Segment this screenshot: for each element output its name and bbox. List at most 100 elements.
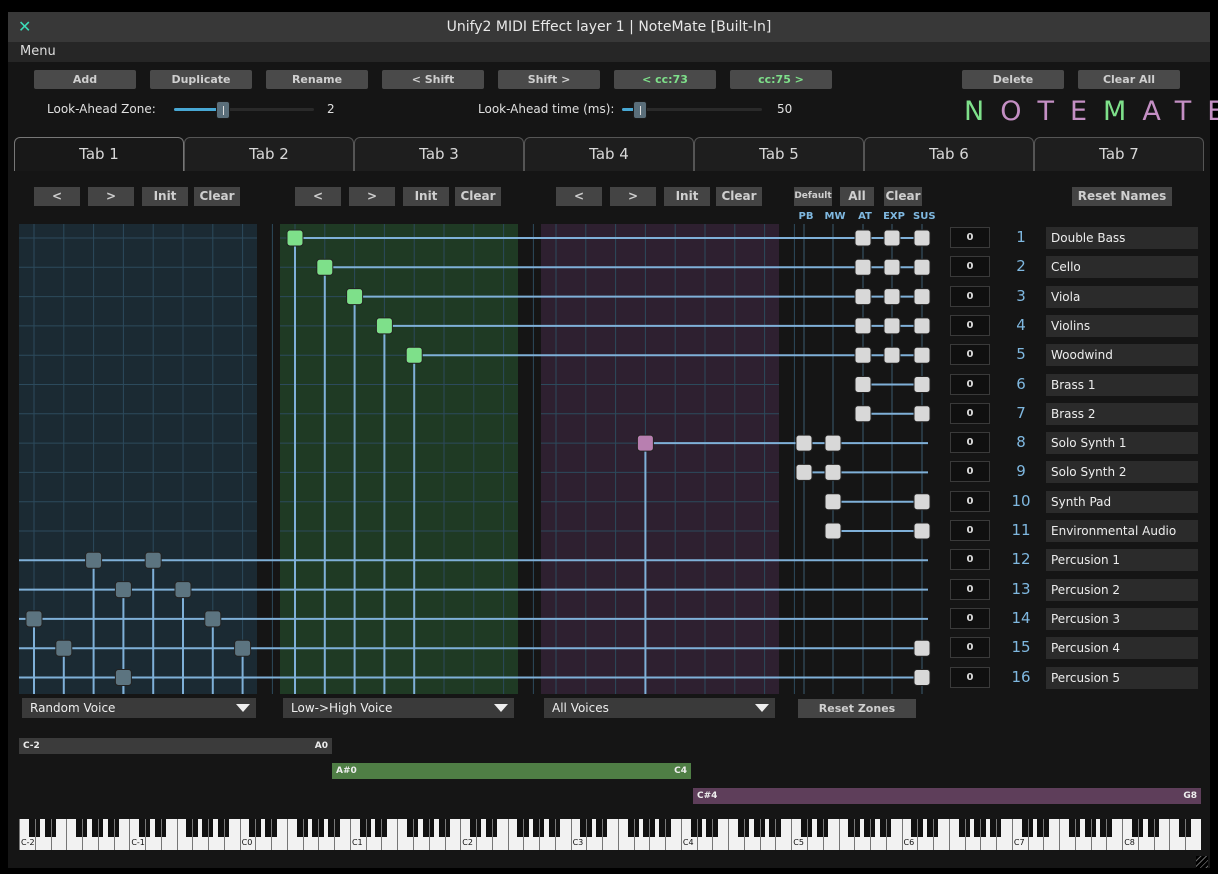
voice-8-pb-toggle[interactable] [795,434,813,452]
voice-7-value-field[interactable]: 0 [950,402,990,424]
white-key[interactable] [145,819,147,850]
white-key[interactable] [838,819,840,850]
voice-4-exp-toggle[interactable] [883,317,901,335]
voice-15-sus-toggle[interactable] [913,639,931,657]
white-key[interactable] [1169,819,1171,850]
white-key[interactable] [1122,819,1124,850]
white-key[interactable] [271,819,273,850]
voice-3-exp-toggle[interactable] [883,288,901,306]
voice-2-name-field[interactable]: Cello [1046,256,1198,279]
voice-4-at-toggle[interactable] [854,317,872,335]
voice-11-value-field[interactable]: 0 [950,520,990,541]
white-key[interactable] [1074,819,1076,850]
white-key[interactable] [539,819,541,850]
voice-12-name-field[interactable]: Percusion 1 [1046,549,1198,572]
white-key[interactable] [255,819,257,850]
white-key[interactable] [1185,819,1187,850]
voice-9-value-field[interactable]: 0 [950,461,990,483]
white-key[interactable] [192,819,194,850]
voice-4-zone-node[interactable] [375,317,393,335]
white-key[interactable] [1106,819,1108,850]
zone1-voice-mode-dropdown[interactable]: Random Voice [22,698,256,718]
voice-3-zone-node[interactable] [346,288,364,306]
white-key[interactable] [822,819,824,850]
voice-5-sus-toggle[interactable] [913,346,931,364]
voice-10-name-field[interactable]: Synth Pad [1046,490,1198,513]
white-key[interactable] [743,819,745,850]
white-key[interactable] [176,819,178,850]
voice-4-name-field[interactable]: Violins [1046,314,1198,337]
white-key[interactable] [854,819,856,850]
white-key[interactable] [66,819,68,850]
white-key[interactable] [1011,819,1013,850]
white-key[interactable] [160,819,162,850]
voice-13-value-field[interactable]: 0 [950,578,990,600]
key-zone-3[interactable]: C#4 G8 [693,788,1201,804]
white-key[interactable] [917,819,919,850]
voice-2-value-field[interactable]: 0 [950,256,990,278]
voice-16-value-field[interactable]: 0 [950,666,990,688]
voice-5-zone-node[interactable] [405,346,423,364]
white-key[interactable] [680,819,682,850]
white-key[interactable] [1059,819,1061,850]
voice-7-name-field[interactable]: Brass 2 [1046,402,1198,425]
voice-5-at-toggle[interactable] [854,346,872,364]
voice-15-zone-node[interactable] [55,639,73,657]
voice-6-at-toggle[interactable] [854,376,872,393]
voice-16-sus-toggle[interactable] [913,669,931,686]
voice-3-at-toggle[interactable] [854,288,872,306]
white-key[interactable] [413,819,414,850]
piano-keyboard[interactable]: C-2 C-1 C0 C1 C2 C3 C4 C5 C6 C7 C8 [19,819,1201,850]
voice-8-value-field[interactable]: 0 [950,432,990,454]
white-key[interactable] [602,819,604,850]
voice-2-at-toggle[interactable] [854,258,872,276]
zone2-voice-mode-dropdown[interactable]: Low->High Voice [283,698,514,718]
voice-3-value-field[interactable]: 0 [950,285,990,307]
key-zone-1[interactable]: C-2 A0 [19,738,332,754]
white-key[interactable] [1153,819,1155,850]
voice-1-sus-toggle[interactable] [913,229,931,247]
voice-10-mw-toggle[interactable] [824,493,842,511]
voice-10-value-field[interactable]: 0 [950,490,990,512]
voice-5-value-field[interactable]: 0 [950,344,990,366]
voice-5-name-field[interactable]: Woodwind [1046,344,1198,367]
white-key[interactable] [223,819,225,850]
white-key[interactable] [349,819,351,850]
voice-16-name-field[interactable]: Percusion 5 [1046,666,1198,689]
white-key[interactable] [302,819,304,850]
voice-1-value-field[interactable]: 0 [950,227,990,248]
voice-15-value-field[interactable]: 0 [950,637,990,659]
voice-14-zone-node-b[interactable] [204,610,222,628]
white-key[interactable] [554,819,556,850]
white-key[interactable] [870,819,872,850]
voice-6-name-field[interactable]: Brass 1 [1046,373,1198,396]
white-key[interactable] [239,819,241,850]
white-key[interactable] [996,819,998,850]
voice-11-mw-toggle[interactable] [824,522,842,540]
white-key[interactable] [759,819,761,850]
white-key[interactable] [428,819,430,850]
white-key[interactable] [491,819,493,850]
voice-2-zone-node[interactable] [316,258,334,276]
white-key[interactable] [964,819,966,850]
voice-6-value-field[interactable]: 0 [950,373,990,395]
voice-9-mw-toggle[interactable] [824,463,842,481]
voice-16-zone-node[interactable] [114,669,132,686]
voice-7-at-toggle[interactable] [854,405,872,423]
white-key[interactable] [318,819,320,850]
voice-6-sus-toggle[interactable] [913,376,931,393]
white-key[interactable] [129,819,131,850]
voice-11-sus-toggle[interactable] [913,522,931,540]
white-key[interactable] [980,819,982,850]
white-key[interactable] [775,819,777,850]
voice-3-sus-toggle[interactable] [913,288,931,306]
voice-1-name-field[interactable]: Double Bass [1046,227,1198,249]
voice-5-exp-toggle[interactable] [883,346,901,364]
voice-8-name-field[interactable]: Solo Synth 1 [1046,432,1198,455]
voice-12-zone-node-b[interactable] [144,551,162,569]
voice-9-pb-toggle[interactable] [795,463,813,481]
white-key[interactable] [1090,819,1092,850]
voice-15-zone-node-b[interactable] [234,639,252,657]
voice-12-value-field[interactable]: 0 [950,549,990,571]
voice-14-zone-node[interactable] [25,610,43,628]
